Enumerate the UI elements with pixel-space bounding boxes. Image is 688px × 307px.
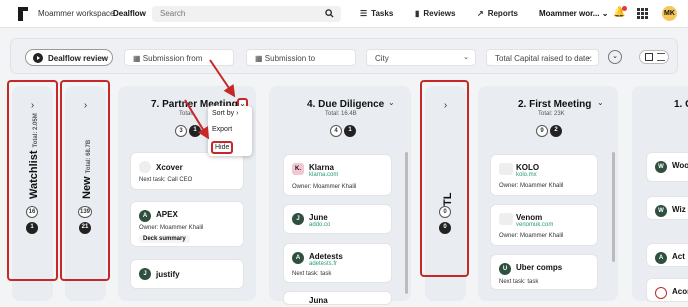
column-total: Total: 16.4B xyxy=(325,111,357,117)
company-logo-icon: K. xyxy=(292,163,304,175)
company-logo-icon: J xyxy=(292,213,304,225)
company-name: Venom xyxy=(516,213,543,222)
company-logo-icon: W xyxy=(655,161,667,173)
company-website[interactable]: klarna.com xyxy=(309,172,338,178)
owner: Owner: Moammer Khalil xyxy=(292,184,357,190)
company-website[interactable]: adetests.fr xyxy=(309,261,337,267)
next-task: Next task: task xyxy=(499,279,539,285)
column-title: 2. First Meeting xyxy=(518,99,592,110)
company-name: Juna xyxy=(309,296,328,305)
company-website[interactable]: kolo.mx xyxy=(516,172,537,178)
column-title: 4. Due Diligence xyxy=(307,99,385,110)
deal-card[interactable]: W Wood xyxy=(646,152,688,182)
annotation-arrow xyxy=(184,99,210,140)
next-task: Next task: task xyxy=(292,271,332,277)
column-due-diligence: 4. Due Diligence ⌄ Total: 16.4B 4 1 K. K… xyxy=(269,86,411,305)
company-logo-icon xyxy=(499,163,513,175)
company-name: Adetests xyxy=(309,252,343,261)
deal-card[interactable]: K. Klarna klarna.com Owner: Moammer Khal… xyxy=(283,154,392,196)
company-website[interactable]: venomuk.com xyxy=(516,222,553,228)
count-badge: 1 xyxy=(344,125,356,137)
deal-card[interactable]: Venom venomuk.com Owner: Moammer Khalil xyxy=(490,204,598,246)
company-name: Acorn xyxy=(672,287,688,296)
company-logo-icon: W xyxy=(655,205,667,217)
chevron-down-icon[interactable]: ⌄ xyxy=(388,98,395,107)
company-logo-icon: A xyxy=(292,252,304,264)
company-website[interactable]: addo.co xyxy=(309,222,330,228)
column-total: Total: 23K xyxy=(538,111,565,117)
column-partial: 1. C W Wood W Wiz A Act Acorn xyxy=(632,86,688,302)
company-logo-icon: U xyxy=(499,263,511,275)
owner: Owner: Moammer Khalil xyxy=(499,233,564,239)
deal-card[interactable]: Juna xyxy=(283,291,392,305)
company-name: Wood xyxy=(672,161,688,170)
company-logo-icon xyxy=(655,287,667,299)
annotation-arrow xyxy=(209,59,236,98)
company-name: Klarna xyxy=(309,163,334,172)
company-name: KOLO xyxy=(516,163,540,172)
count-badge: 4 xyxy=(330,125,342,137)
company-logo-icon xyxy=(499,213,513,225)
deal-card[interactable]: A Act xyxy=(646,243,688,267)
owner: Owner: Moammer Khalil xyxy=(499,183,564,189)
highlight-box-tl xyxy=(420,80,469,277)
company-name: Uber comps xyxy=(516,263,563,272)
column-first-meeting: 2. First Meeting ⌄ Total: 23K 9 2 KOLO k… xyxy=(478,86,618,301)
scrollbar[interactable] xyxy=(405,152,408,294)
deal-card[interactable]: A Adetests adetests.fr Next task: task xyxy=(283,243,392,283)
deal-card[interactable]: U Uber comps Next task: task xyxy=(490,254,598,290)
company-name: Wiz xyxy=(672,205,686,214)
column-title: 1. C xyxy=(674,99,688,110)
deal-card[interactable]: Acorn xyxy=(646,278,688,302)
count-badge: 9 xyxy=(536,125,548,137)
company-name: June xyxy=(309,213,328,222)
company-logo-icon: A xyxy=(655,252,667,264)
chevron-down-icon[interactable]: ⌄ xyxy=(597,98,604,107)
company-name: Act xyxy=(672,252,685,261)
count-badge: 2 xyxy=(550,125,562,137)
deal-card[interactable]: W Wiz xyxy=(646,196,688,220)
scrollbar[interactable] xyxy=(612,152,615,262)
deal-card[interactable]: J June addo.co xyxy=(283,204,392,234)
deal-card[interactable]: KOLO kolo.mx Owner: Moammer Khalil xyxy=(490,154,598,196)
